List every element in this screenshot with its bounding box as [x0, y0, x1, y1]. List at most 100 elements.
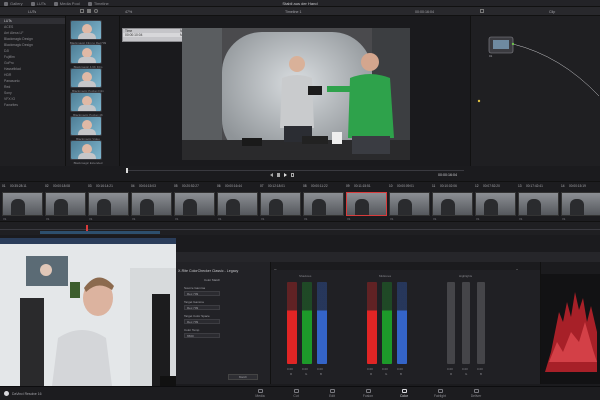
- lut-folder-item[interactable]: Favorites: [0, 102, 65, 108]
- clip-thumbnail[interactable]: [88, 192, 129, 216]
- clip-thumbnail[interactable]: [518, 192, 559, 216]
- cc-row-select[interactable]: Rec 709: [184, 305, 220, 310]
- bar-channel-label: B: [400, 372, 403, 376]
- color-bar-slider[interactable]: [477, 282, 485, 364]
- play-icon[interactable]: [284, 173, 287, 177]
- clip-thumbnail[interactable]: [389, 192, 430, 216]
- cc-row-select[interactable]: Rec 709: [184, 319, 220, 324]
- resolve-logo-icon: [4, 391, 9, 396]
- color-bar-slider[interactable]: [302, 282, 312, 364]
- cc-row-label: Target Gamma: [184, 300, 204, 304]
- color-panel-header: Blur Bars Scopes: [176, 262, 600, 273]
- lut-thumbnail[interactable]: [70, 68, 102, 88]
- clip-timecode: 00:12:18:01: [268, 184, 285, 188]
- app-name: DaVinci Resolve 16: [12, 392, 42, 396]
- lut-thumbnail[interactable]: [70, 140, 102, 160]
- page-tab-color[interactable]: Color: [389, 389, 419, 398]
- clip-thumbnail[interactable]: [217, 192, 258, 216]
- lut-thumbnail[interactable]: [70, 44, 102, 64]
- cc-row-label: Target Color Space: [184, 314, 210, 318]
- page-tab-label: Fairlight: [433, 394, 447, 398]
- page-tab-label: Edit: [329, 394, 335, 398]
- zoom-level[interactable]: 47%: [125, 10, 132, 14]
- node-mode-select[interactable]: Clip: [549, 10, 555, 14]
- page-tab-fusion[interactable]: Fusion: [353, 389, 383, 398]
- match-button[interactable]: Match: [228, 374, 258, 380]
- bar-value[interactable]: 0.00: [447, 367, 453, 371]
- bar-value[interactable]: 0.00: [287, 367, 293, 371]
- search-icon[interactable]: [94, 9, 98, 13]
- page-tab-edit[interactable]: Edit: [317, 389, 347, 398]
- clip-thumbnail[interactable]: [2, 192, 43, 216]
- loop-icon[interactable]: [291, 173, 294, 177]
- clip-timecode: 00:16:14:21: [96, 184, 113, 188]
- color-bar-slider[interactable]: [382, 282, 392, 364]
- clip-number: 02: [45, 184, 49, 188]
- clip-thumbnail[interactable]: [346, 192, 387, 216]
- clip-thumbnail[interactable]: [561, 192, 600, 216]
- clip-thumbnail[interactable]: [260, 192, 301, 216]
- clip-thumbnail[interactable]: [475, 192, 516, 216]
- clip-thumbnail[interactable]: [303, 192, 344, 216]
- viewer-timecode: 00:00:16:04: [415, 10, 434, 14]
- clip-thumbnail[interactable]: [174, 192, 215, 216]
- color-bar-slider[interactable]: [397, 282, 407, 364]
- clip-timecode: 00:00:11:22: [311, 184, 328, 188]
- cc-row-select[interactable]: Rec 709: [184, 291, 220, 296]
- timeline-name[interactable]: Timeline 1: [285, 10, 301, 14]
- clip-thumbnail[interactable]: [432, 192, 473, 216]
- clip-number: 07: [260, 184, 264, 188]
- clip-thumbnail[interactable]: [45, 192, 86, 216]
- color-bar-slider[interactable]: [462, 282, 470, 364]
- color-bar-slider[interactable]: [287, 282, 297, 364]
- clip-number: 14: [561, 184, 565, 188]
- bar-channel-label: R: [450, 372, 453, 376]
- grid-view-icon[interactable]: [87, 9, 91, 13]
- color-bar-slider[interactable]: [367, 282, 377, 364]
- stop-icon[interactable]: [277, 173, 280, 177]
- bar-value[interactable]: 0.00: [367, 367, 373, 371]
- color-bar-slider[interactable]: [447, 282, 455, 364]
- bar-value[interactable]: 0.00: [462, 367, 468, 371]
- page-tab-label: Color: [399, 394, 409, 398]
- clip-number: 05: [174, 184, 178, 188]
- page-tab-deliver[interactable]: Deliver: [461, 389, 491, 398]
- clip-timecode: 00:17:42:41: [526, 184, 543, 188]
- clip-number: 04: [131, 184, 135, 188]
- bar-value[interactable]: 0.00: [302, 367, 308, 371]
- bar-value[interactable]: 0.00: [382, 367, 388, 371]
- bar-value[interactable]: 0.00: [397, 367, 403, 371]
- list-view-icon[interactable]: [80, 9, 84, 13]
- viewer-toolbar: LUTs 47% Timeline 1 00:00:16:04 Clip: [0, 7, 600, 16]
- node-connection-line: [512, 43, 600, 97]
- transport-bar: 00:00:16:04: [120, 168, 470, 180]
- cc-row-label: Color Temp: [184, 328, 200, 332]
- bar-value[interactable]: 0.00: [317, 367, 323, 371]
- bar-value[interactable]: 0.00: [477, 367, 483, 371]
- node-editor[interactable]: 01: [470, 16, 600, 166]
- clip-thumbnail[interactable]: [131, 192, 172, 216]
- video-viewer[interactable]: [182, 28, 410, 160]
- lut-thumbnail[interactable]: [70, 116, 102, 136]
- node-input-dot[interactable]: [477, 99, 481, 103]
- bar-channel-label: R: [370, 372, 373, 376]
- lut-thumbnail[interactable]: [70, 20, 102, 40]
- color-bar-slider[interactable]: [317, 282, 327, 364]
- clip-timecode: 00:11:15:51: [354, 184, 371, 188]
- scrub-bar[interactable]: [126, 170, 464, 171]
- edit-page-icon: [329, 389, 335, 393]
- page-tab-cut[interactable]: Cut: [281, 389, 311, 398]
- scopes-panel: [540, 262, 600, 384]
- fairlight-page-icon: [437, 389, 443, 393]
- page-tab-media[interactable]: Media: [245, 389, 275, 398]
- page-tab-fairlight[interactable]: Fairlight: [425, 389, 455, 398]
- page-navigation-bar: DaVinci Resolve 16 Media Cut Edit Fusion Col…: [0, 386, 600, 400]
- highlight-icon[interactable]: [480, 9, 484, 13]
- lut-thumbnail[interactable]: [70, 92, 102, 112]
- rewind-icon[interactable]: [270, 173, 273, 177]
- playhead[interactable]: [126, 168, 128, 173]
- color-page-icon: [401, 389, 407, 393]
- mini-timeline[interactable]: [0, 221, 600, 235]
- node-output-dot[interactable]: [511, 42, 515, 46]
- cc-row-select[interactable]: 6500: [184, 333, 220, 338]
